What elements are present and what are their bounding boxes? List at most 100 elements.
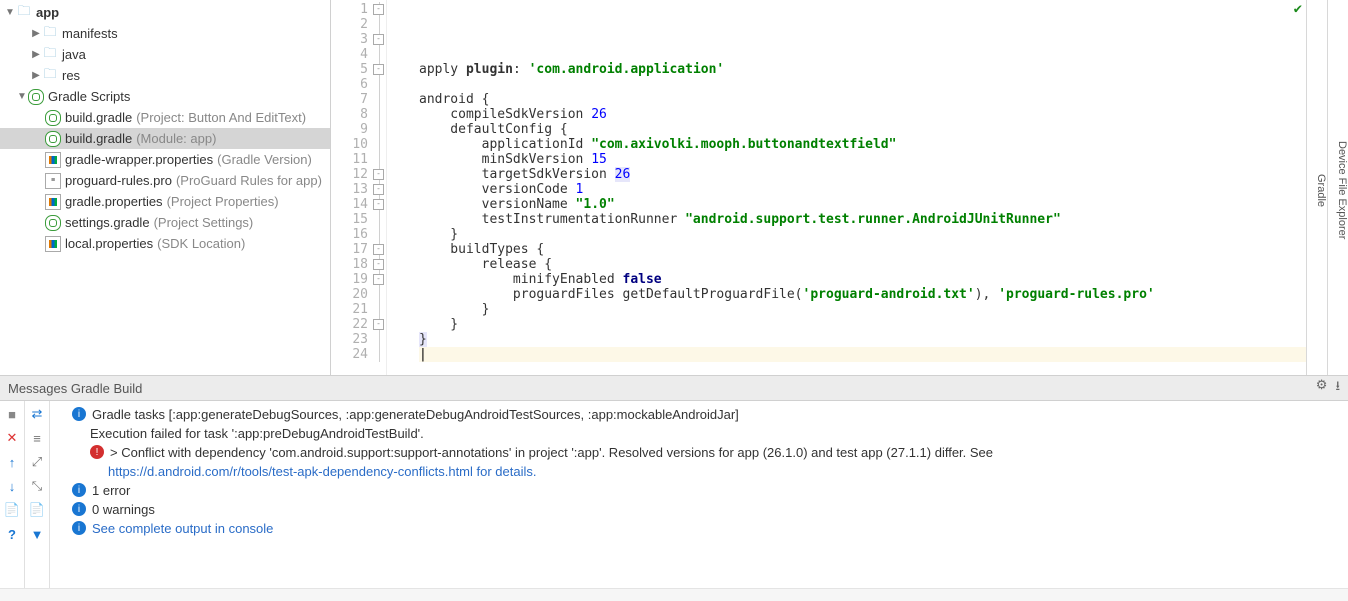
project-tree[interactable]: ▼ 🗀 app ▶🗀 manifests ▶🗀 java ▶🗀 res ▼ Gr… <box>0 0 331 375</box>
code-line[interactable]: testInstrumentationRunner "android.suppo… <box>419 212 1306 227</box>
message-row[interactable]: Execution failed for task ':app:preDebug… <box>90 424 1338 443</box>
code-line[interactable]: } <box>419 332 1306 347</box>
tree-file-2[interactable]: gradle-wrapper.properties (Gradle Versio… <box>0 149 330 170</box>
code-area[interactable]: 💡 ✔ apply plugin: 'com.android.applicati… <box>387 0 1306 375</box>
fold-toggle-icon[interactable]: - <box>373 169 384 180</box>
fold-toggle-icon[interactable]: - <box>373 4 384 15</box>
messages-header[interactable]: Messages Gradle Build ⚙ ⭳ <box>0 376 1348 401</box>
help-icon[interactable]: ? <box>0 525 24 543</box>
expand-all-icon[interactable]: ⤢ <box>25 453 49 471</box>
line-number[interactable]: 17- <box>331 242 386 257</box>
line-number[interactable]: 6 <box>331 77 386 92</box>
code-line[interactable]: apply plugin: 'com.android.application' <box>419 62 1306 77</box>
tree-node-res[interactable]: ▶🗀 res <box>0 65 330 86</box>
code-line[interactable]: defaultConfig { <box>419 122 1306 137</box>
message-row[interactable]: i Gradle tasks [:app:generateDebugSource… <box>72 405 1338 424</box>
device-file-explorer-tab[interactable]: Device File Explorer <box>1327 0 1348 375</box>
down-arrow-icon[interactable]: ↓ <box>0 477 24 495</box>
tree-node-java[interactable]: ▶🗀 java <box>0 44 330 65</box>
code-line[interactable]: targetSdkVersion 26 <box>419 167 1306 182</box>
fold-toggle-icon[interactable]: - <box>373 319 384 330</box>
code-editor[interactable]: 1-23-45-6789101112-13-14-151617-18-19-20… <box>331 0 1306 375</box>
line-number[interactable]: 2 <box>331 17 386 32</box>
tree-file-1[interactable]: build.gradle (Module: app) <box>0 128 330 149</box>
tree-file-3[interactable]: ≡proguard-rules.pro (ProGuard Rules for … <box>0 170 330 191</box>
tree-file-0[interactable]: build.gradle (Project: Button And EditTe… <box>0 107 330 128</box>
tree-node-app[interactable]: ▼ 🗀 app <box>0 2 330 23</box>
message-link[interactable]: https://d.android.com/r/tools/test-apk-d… <box>108 462 536 481</box>
message-row[interactable]: ! > Conflict with dependency 'com.androi… <box>90 443 1338 462</box>
line-number[interactable]: 11 <box>331 152 386 167</box>
code-line[interactable]: minSdkVersion 15 <box>419 152 1306 167</box>
line-number[interactable]: 20 <box>331 287 386 302</box>
code-line[interactable]: applicationId "com.axivolki.mooph.button… <box>419 137 1306 152</box>
line-number[interactable]: 12- <box>331 167 386 182</box>
fold-toggle-icon[interactable]: - <box>373 64 384 75</box>
code-line[interactable] <box>419 362 1306 375</box>
download-icon[interactable]: ⭳ <box>1335 377 1340 399</box>
tree-file-5[interactable]: settings.gradle (Project Settings) <box>0 212 330 233</box>
line-number[interactable]: 19- <box>331 272 386 287</box>
line-number[interactable]: 21 <box>331 302 386 317</box>
code-line[interactable]: buildTypes { <box>419 242 1306 257</box>
fold-toggle-icon[interactable]: - <box>373 34 384 45</box>
up-arrow-icon[interactable]: ↑ <box>0 453 24 471</box>
messages-tool-column-2: ⇄ ≡ ⤢ ⤡ 📄 ▼ <box>25 401 50 588</box>
line-number[interactable]: 10 <box>331 137 386 152</box>
code-line[interactable]: versionCode 1 <box>419 182 1306 197</box>
line-number[interactable]: 16 <box>331 227 386 242</box>
code-line[interactable]: versionName "1.0" <box>419 197 1306 212</box>
code-line[interactable]: release { <box>419 257 1306 272</box>
code-line[interactable]: | <box>419 347 1306 362</box>
line-number[interactable]: 13- <box>331 182 386 197</box>
code-line[interactable] <box>419 77 1306 92</box>
stop-icon[interactable]: ■ <box>0 405 24 423</box>
console-link[interactable]: See complete output in console <box>92 519 273 538</box>
message-row[interactable]: i 1 error <box>72 481 1338 500</box>
line-number[interactable]: 1- <box>331 2 386 17</box>
gradle-tool-tab[interactable]: Gradle <box>1306 0 1327 375</box>
line-number[interactable]: 9 <box>331 122 386 137</box>
code-line[interactable]: android { <box>419 92 1306 107</box>
code-line[interactable]: proguardFiles getDefaultProguardFile('pr… <box>419 287 1306 302</box>
tree-file-4[interactable]: gradle.properties (Project Properties) <box>0 191 330 212</box>
line-number[interactable]: 4 <box>331 47 386 62</box>
file-icon[interactable]: 📄 <box>25 501 49 519</box>
filter-icon[interactable]: ▼ <box>25 525 49 543</box>
collapse-all-icon[interactable]: ⤡ <box>25 477 49 495</box>
code-line[interactable]: } <box>419 317 1306 332</box>
fold-toggle-icon[interactable]: - <box>373 274 384 285</box>
fold-toggle-icon[interactable]: - <box>373 244 384 255</box>
code-line[interactable]: } <box>419 302 1306 317</box>
line-number[interactable]: 14- <box>331 197 386 212</box>
message-row[interactable]: i 0 warnings <box>72 500 1338 519</box>
line-number[interactable]: 24 <box>331 347 386 362</box>
close-icon[interactable]: ✕ <box>0 429 24 447</box>
line-number[interactable]: 18- <box>331 257 386 272</box>
fold-toggle-icon[interactable]: - <box>373 199 384 210</box>
settings-icon[interactable]: ⚙ <box>1316 377 1328 399</box>
line-number[interactable]: 7 <box>331 92 386 107</box>
line-number[interactable]: 8 <box>331 107 386 122</box>
export-icon[interactable]: 📄 <box>0 501 24 519</box>
code-line[interactable]: compileSdkVersion 26 <box>419 107 1306 122</box>
messages-content[interactable]: i Gradle tasks [:app:generateDebugSource… <box>50 401 1348 588</box>
line-number[interactable]: 3- <box>331 32 386 47</box>
line-number-gutter[interactable]: 1-23-45-6789101112-13-14-151617-18-19-20… <box>331 0 387 375</box>
fold-toggle-icon[interactable]: - <box>373 259 384 270</box>
tree-toggle-icon[interactable]: ⇄ <box>25 405 49 423</box>
line-number[interactable]: 23 <box>331 332 386 347</box>
tree-node-gradle-scripts[interactable]: ▼ Gradle Scripts <box>0 86 330 107</box>
message-row[interactable]: https://d.android.com/r/tools/test-apk-d… <box>108 462 1338 481</box>
line-number[interactable]: 5- <box>331 62 386 77</box>
code-line[interactable]: minifyEnabled false <box>419 272 1306 287</box>
line-number[interactable]: 22- <box>331 317 386 332</box>
code-line[interactable]: } <box>419 227 1306 242</box>
sort-icon[interactable]: ≡ <box>25 429 49 447</box>
message-row[interactable]: i See complete output in console <box>72 519 1338 538</box>
tree-file-6[interactable]: local.properties (SDK Location) <box>0 233 330 254</box>
fold-toggle-icon[interactable]: - <box>373 184 384 195</box>
line-number[interactable]: 15 <box>331 212 386 227</box>
tree-node-manifests[interactable]: ▶🗀 manifests <box>0 23 330 44</box>
tree-file-scope: (SDK Location) <box>157 236 245 251</box>
